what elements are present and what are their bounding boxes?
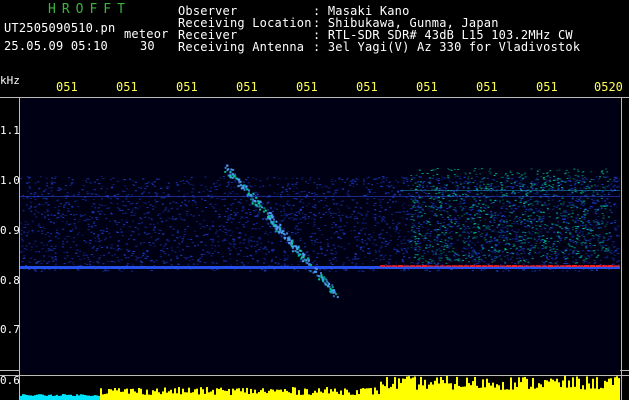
freq-tick: 0.7 — [0, 323, 20, 336]
unit-label: kHz — [0, 74, 20, 87]
freq-tick: 0.9 — [0, 224, 20, 237]
date-time: 25.05.09 05:10 — [4, 39, 108, 53]
freq-tick: 1.0 — [0, 174, 20, 187]
power-strip — [20, 376, 620, 400]
time-tick: 051 — [416, 80, 438, 94]
time-tick: 051 — [116, 80, 138, 94]
file-name: UT2505090510.pn — [4, 21, 116, 35]
time-tick: 051 — [56, 80, 78, 94]
freq-tick: 0.8 — [0, 274, 20, 287]
time-tick: 051 — [296, 80, 318, 94]
info-label-antenna: Receiving Antenna — [178, 40, 305, 54]
plot-right-axis — [621, 98, 622, 400]
spectrogram — [20, 98, 620, 374]
hrofft-screen: HROFFT UT2505090510.pn meteor 25.05.09 0… — [0, 0, 629, 400]
time-tick: 051 — [536, 80, 558, 94]
freq-tick: 1.1 — [0, 124, 20, 137]
brand-title: HROFFT — [48, 2, 131, 17]
time-tick: 0520 — [594, 80, 623, 94]
file-number: 30 — [140, 39, 155, 53]
time-tick: 051 — [356, 80, 378, 94]
time-tick: 051 — [236, 80, 258, 94]
info-value-antenna: : 3el Yagi(V) Az 330 for Vladivostok — [313, 40, 581, 54]
time-tick: 051 — [176, 80, 198, 94]
time-tick: 051 — [476, 80, 498, 94]
